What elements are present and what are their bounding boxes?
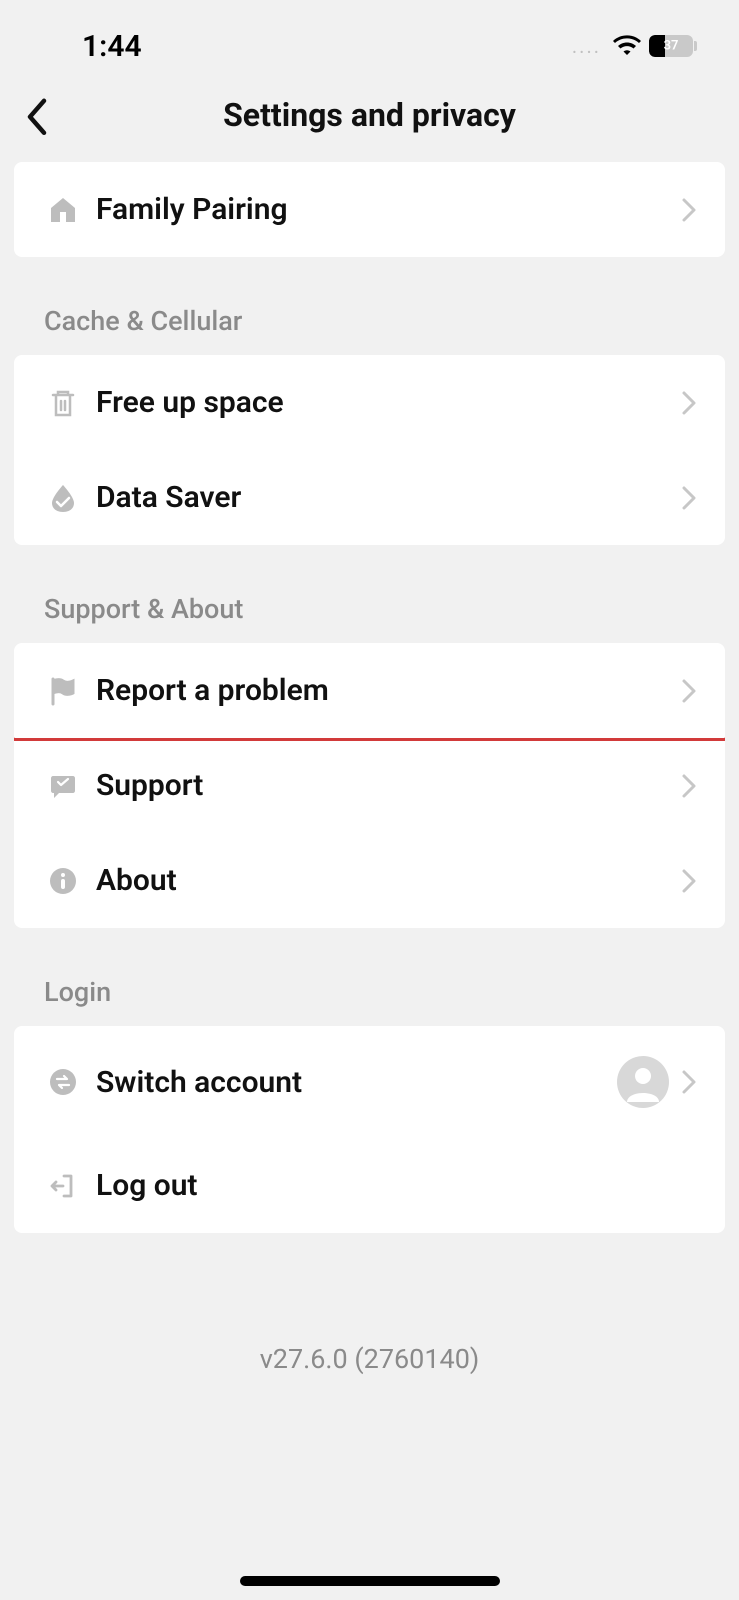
about-row[interactable]: About xyxy=(14,833,725,928)
cellular-dots-icon: .... xyxy=(572,34,601,58)
trash-icon xyxy=(48,388,78,418)
status-time: 1:44 xyxy=(82,29,142,64)
logout-row[interactable]: Log out xyxy=(14,1138,725,1233)
house-icon xyxy=(48,195,78,225)
family-pairing-label: Family Pairing xyxy=(96,192,681,227)
report-problem-label: Report a problem xyxy=(96,673,681,708)
free-up-space-row[interactable]: Free up space xyxy=(14,355,725,450)
logout-label: Log out xyxy=(96,1168,681,1203)
chevron-right-icon xyxy=(681,1069,697,1095)
switch-account-label: Switch account xyxy=(96,1065,617,1100)
chevron-right-icon xyxy=(681,390,697,416)
version-label: v27.6.0 (2760140) xyxy=(0,1343,739,1375)
wifi-icon xyxy=(613,35,641,57)
chevron-right-icon xyxy=(681,485,697,511)
info-icon xyxy=(48,866,78,896)
data-saver-label: Data Saver xyxy=(96,480,681,515)
support-label: Support xyxy=(96,768,681,803)
battery-icon: 37 xyxy=(649,35,697,57)
flag-icon xyxy=(48,676,78,706)
battery-percent: 37 xyxy=(664,39,679,54)
nav-header: Settings and privacy xyxy=(0,84,739,154)
data-saver-row[interactable]: Data Saver xyxy=(14,450,725,545)
chevron-right-icon xyxy=(681,678,697,704)
switch-account-row[interactable]: Switch account xyxy=(14,1026,725,1138)
family-pairing-row[interactable]: Family Pairing xyxy=(14,162,725,257)
status-bar: 1:44 .... 37 xyxy=(0,0,739,84)
avatar-icon xyxy=(617,1056,669,1108)
free-up-space-label: Free up space xyxy=(96,385,681,420)
section-header-support: Support & About xyxy=(14,559,725,643)
report-problem-row[interactable]: Report a problem xyxy=(14,643,725,741)
logout-icon xyxy=(48,1171,78,1201)
section-header-login: Login xyxy=(14,942,725,1026)
droplet-icon xyxy=(48,483,78,513)
status-indicators: .... 37 xyxy=(572,34,697,58)
chevron-right-icon xyxy=(681,197,697,223)
switch-icon xyxy=(48,1067,78,1097)
back-button[interactable] xyxy=(24,95,50,139)
home-indicator[interactable] xyxy=(240,1576,500,1586)
section-header-cache: Cache & Cellular xyxy=(14,271,725,355)
chat-icon xyxy=(48,771,78,801)
about-label: About xyxy=(96,863,681,898)
page-title: Settings and privacy xyxy=(20,96,719,134)
chevron-right-icon xyxy=(681,868,697,894)
chevron-right-icon xyxy=(681,773,697,799)
support-row[interactable]: Support xyxy=(14,738,725,833)
